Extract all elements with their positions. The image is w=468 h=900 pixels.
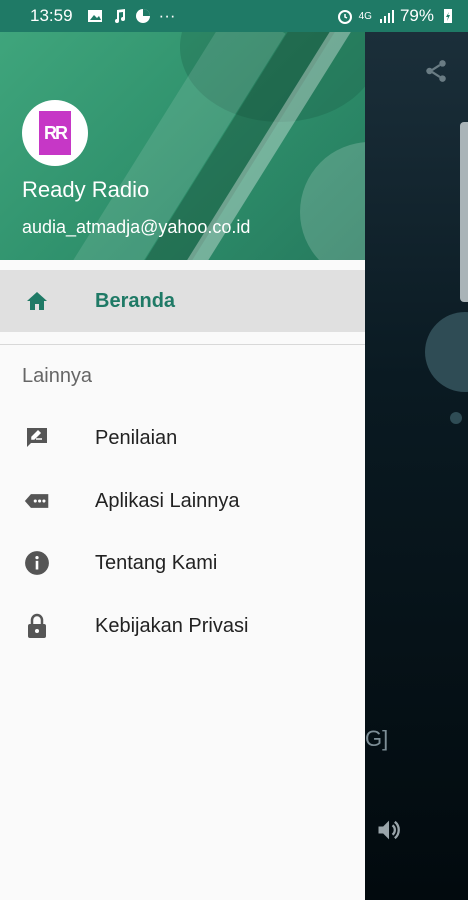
logo-mark: RR [39, 111, 71, 155]
song-title-fragment: G] [365, 726, 389, 751]
info-icon [24, 550, 50, 576]
menu-item-label: Penilaian [95, 426, 178, 449]
more-apps-icon [24, 488, 50, 514]
app-title: Ready Radio [22, 177, 150, 202]
more-notifications-icon: ··· [158, 6, 176, 25]
menu-item-label: Aplikasi Lainnya [95, 489, 240, 512]
menu-item-label: Kebijakan Privasi [95, 614, 249, 637]
volume-icon[interactable] [375, 816, 403, 844]
section-header: Lainnya [22, 365, 93, 387]
data-usage-icon [135, 9, 150, 23]
lock-icon [24, 613, 50, 639]
network-type: 4G [358, 10, 372, 22]
app-logo: RR [22, 100, 88, 166]
menu-item-label: Beranda [95, 289, 176, 312]
battery-percent: 79% [399, 6, 434, 25]
drawer-header: RR Ready Radio audia_atmadja@yahoo.co.id [0, 32, 365, 260]
navigation-drawer: RR Ready Radio audia_atmadja@yahoo.co.id… [0, 32, 365, 900]
divider [0, 344, 365, 345]
side-panel-edge [460, 122, 468, 302]
battery-icon [444, 9, 452, 23]
menu-item-about[interactable]: Tentang Kami [0, 535, 365, 591]
menu-item-privacy[interactable]: Kebijakan Privasi [0, 598, 365, 654]
user-email: audia_atmadja@yahoo.co.id [22, 217, 251, 237]
gallery-icon [87, 10, 102, 22]
alarm-icon [337, 10, 352, 24]
menu-item-home[interactable]: Beranda [0, 270, 365, 332]
share-icon[interactable] [423, 58, 449, 84]
music-note-icon [114, 9, 125, 23]
menu-item-label: Tentang Kami [95, 551, 218, 574]
menu-item-more-apps[interactable]: Aplikasi Lainnya [0, 473, 365, 529]
status-bar: 13:59 ··· 4G 79% [0, 0, 468, 32]
menu-item-rating[interactable]: Penilaian [0, 410, 365, 466]
status-time: 13:59 [30, 6, 73, 25]
signal-icon [379, 10, 394, 23]
background-player: G] [365, 32, 468, 900]
rate-review-icon [24, 425, 50, 451]
home-icon [24, 288, 50, 314]
